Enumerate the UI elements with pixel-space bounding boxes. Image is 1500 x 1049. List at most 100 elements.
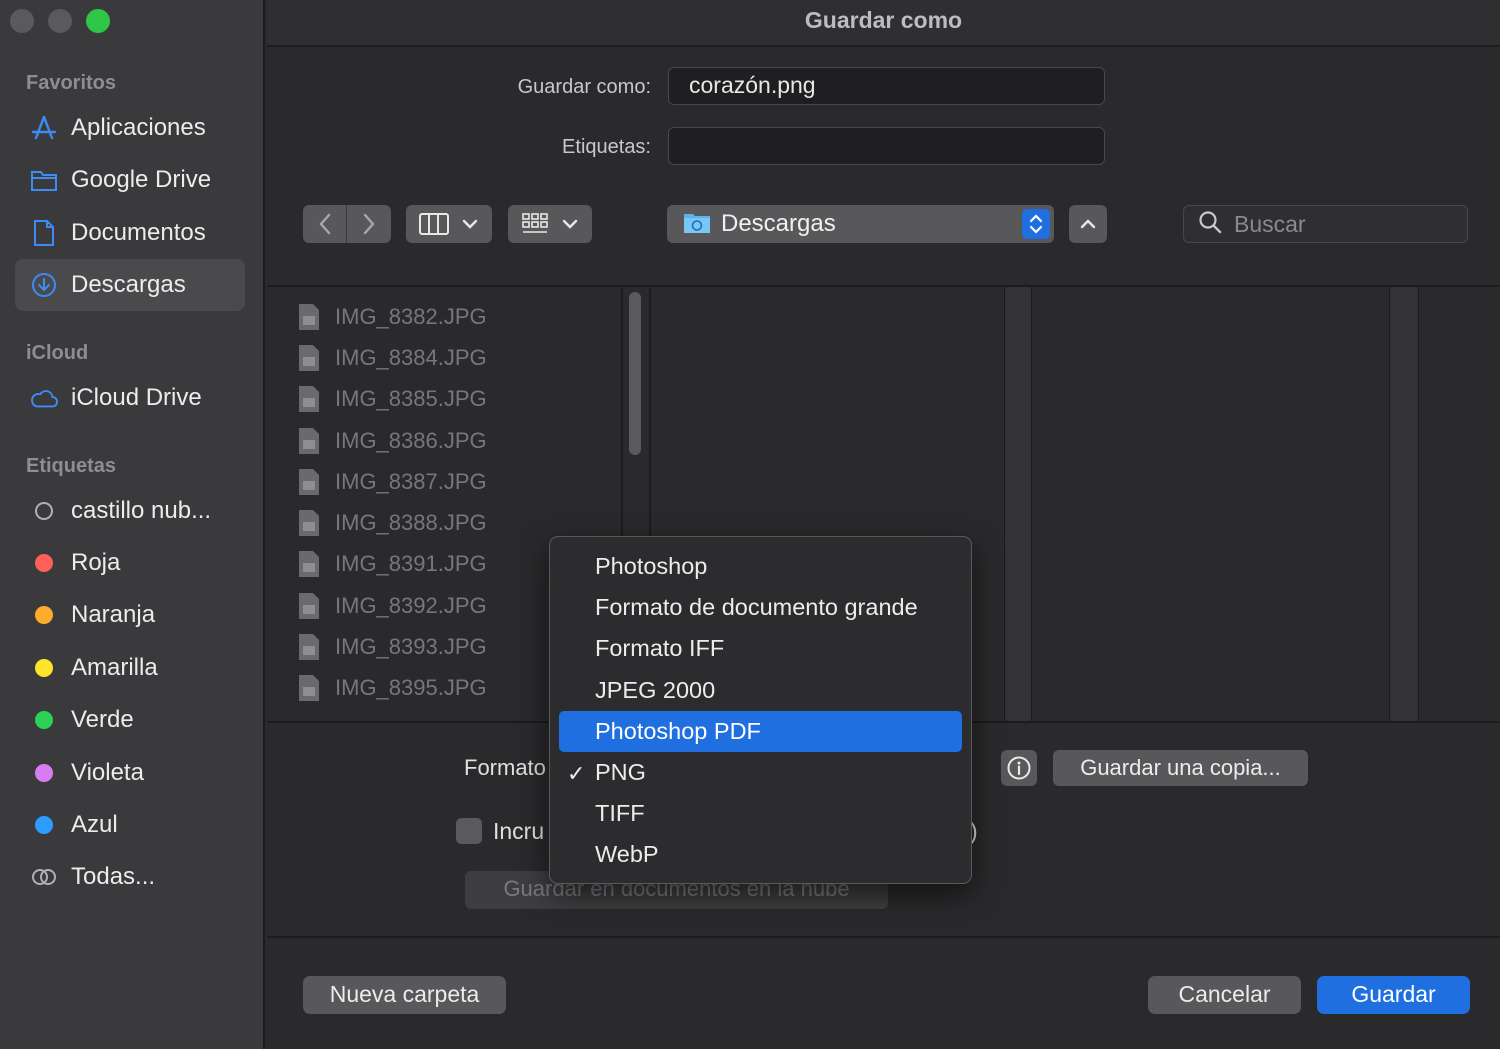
zoom-window-button[interactable] [86, 9, 110, 33]
file-name: IMG_8388.JPG [335, 510, 487, 535]
file-row[interactable]: IMG_8387.JPG [297, 465, 487, 499]
file-row[interactable]: IMG_8391.JPG [297, 547, 487, 581]
file-name: IMG_8387.JPG [335, 469, 487, 494]
back-button[interactable] [303, 205, 347, 243]
chevron-down-icon [562, 219, 578, 229]
sidebar-item-aplicaciones[interactable]: Aplicaciones [15, 102, 245, 154]
document-icon [29, 219, 59, 247]
file-name: IMG_8395.JPG [335, 675, 487, 700]
filename-input[interactable]: corazón.png [668, 67, 1105, 105]
file-name: IMG_8391.JPG [335, 551, 487, 576]
image-file-icon [299, 428, 319, 454]
image-file-icon [299, 510, 319, 536]
group-button[interactable] [508, 205, 592, 243]
checkmark-icon: ✓ [567, 760, 586, 786]
file-row[interactable]: IMG_8385.JPG [297, 382, 487, 416]
save-copy-button[interactable]: Guardar una copia... [1053, 750, 1308, 786]
sidebar-item-label: Google Drive [71, 166, 212, 193]
sidebar-tag-naranja[interactable]: Naranja [15, 589, 245, 641]
tag-dot-icon [29, 606, 59, 624]
format-menu: Photoshop Formato de documento grande Fo… [549, 536, 972, 884]
nav-buttons [303, 205, 391, 243]
tag-dot-icon [29, 816, 59, 834]
cancel-button[interactable]: Cancelar [1148, 976, 1301, 1014]
file-name: IMG_8382.JPG [335, 304, 487, 329]
sidebar-item-google-drive[interactable]: Google Drive [15, 154, 245, 206]
minimize-window-button[interactable] [48, 9, 72, 33]
location-name: Descargas [721, 210, 836, 237]
format-option-photoshop-pdf[interactable]: Photoshop PDF [559, 710, 962, 752]
format-option-label: PNG [595, 759, 646, 786]
sidebar-item-label: Descargas [71, 271, 186, 298]
file-name: IMG_8393.JPG [335, 634, 487, 659]
format-option-tiff[interactable]: TIFF [559, 793, 962, 834]
image-file-icon [299, 593, 319, 619]
downloads-folder-icon [683, 210, 711, 239]
info-button[interactable] [1001, 750, 1037, 786]
file-row[interactable]: IMG_8382.JPG [297, 300, 487, 334]
file-row[interactable]: IMG_8393.JPG [297, 630, 487, 664]
save-as-label: Guardar como: [517, 76, 651, 98]
sidebar-tag-todas[interactable]: Todas... [15, 851, 245, 903]
search-placeholder: Buscar [1234, 210, 1306, 237]
image-file-icon [299, 469, 319, 495]
format-option-label: Photoshop PDF [595, 717, 761, 744]
format-option-label: Formato de documento grande [595, 594, 918, 621]
sidebar-item-label: Roja [71, 549, 121, 576]
tag-dot-icon [29, 659, 59, 677]
tags-input[interactable] [668, 127, 1105, 165]
embed-checkbox[interactable] [456, 818, 482, 844]
new-folder-button[interactable]: Nueva carpeta [303, 976, 506, 1014]
sidebar-tag-verde[interactable]: Verde [15, 694, 245, 746]
sidebar-item-label: Naranja [71, 601, 156, 628]
location-popup[interactable]: Descargas [667, 205, 1054, 243]
file-name: IMG_8384.JPG [335, 345, 487, 370]
file-row[interactable]: IMG_8395.JPG [297, 671, 487, 705]
sidebar-item-label: Aplicaciones [71, 114, 206, 141]
sidebar-tag-amarilla[interactable]: Amarilla [15, 642, 245, 694]
sidebar-item-descargas[interactable]: Descargas [15, 259, 245, 311]
image-file-icon [299, 634, 319, 660]
format-option-jpeg2000[interactable]: JPEG 2000 [559, 670, 962, 711]
chevron-left-icon [318, 213, 330, 235]
format-option-photoshop[interactable]: Photoshop [559, 546, 962, 587]
grid-icon [522, 213, 548, 233]
file-row[interactable]: IMG_8388.JPG [297, 506, 487, 540]
download-icon [29, 271, 59, 299]
sidebar-tag-azul[interactable]: Azul [15, 799, 245, 851]
search-icon [1198, 210, 1222, 239]
sidebar-item-label: Azul [71, 811, 118, 838]
image-file-icon [299, 304, 319, 330]
format-option-png[interactable]: ✓ PNG [559, 752, 962, 793]
search-field[interactable]: Buscar [1183, 205, 1468, 243]
image-file-icon [299, 345, 319, 371]
embed-checkbox-label: Incru [493, 818, 545, 844]
view-columns-button[interactable] [406, 205, 492, 243]
sidebar-tag-roja[interactable]: Roja [15, 537, 245, 589]
format-option-label: Photoshop [595, 553, 708, 580]
file-row[interactable]: IMG_8384.JPG [297, 341, 487, 375]
sidebar-item-documentos[interactable]: Documentos [15, 207, 245, 259]
sidebar-item-label: castillo nub... [71, 497, 212, 524]
scrollbar[interactable] [629, 292, 641, 455]
format-option-webp[interactable]: WebP [559, 834, 962, 875]
close-window-button[interactable] [10, 9, 34, 33]
image-file-icon [299, 386, 319, 412]
sidebar-tag-castillo[interactable]: castillo nub... [15, 485, 245, 537]
format-option-large-document[interactable]: Formato de documento grande [559, 587, 962, 628]
file-name: IMG_8386.JPG [335, 428, 487, 453]
file-row[interactable]: IMG_8392.JPG [297, 589, 487, 623]
sidebar-header-tags: Etiquetas [26, 455, 117, 477]
tag-dot-icon [29, 711, 59, 729]
window-controls [10, 9, 110, 33]
sidebar-item-label: iCloud Drive [71, 384, 202, 411]
save-button[interactable]: Guardar [1317, 976, 1470, 1014]
apps-icon [29, 114, 59, 142]
sidebar-item-icloud-drive[interactable]: iCloud Drive [15, 372, 245, 424]
file-row[interactable]: IMG_8386.JPG [297, 424, 487, 458]
collapse-button[interactable] [1069, 205, 1107, 243]
forward-button[interactable] [347, 205, 391, 243]
format-option-label: Formato IFF [595, 635, 725, 662]
sidebar-tag-violeta[interactable]: Violeta [15, 747, 245, 799]
format-option-iff[interactable]: Formato IFF [559, 628, 962, 669]
